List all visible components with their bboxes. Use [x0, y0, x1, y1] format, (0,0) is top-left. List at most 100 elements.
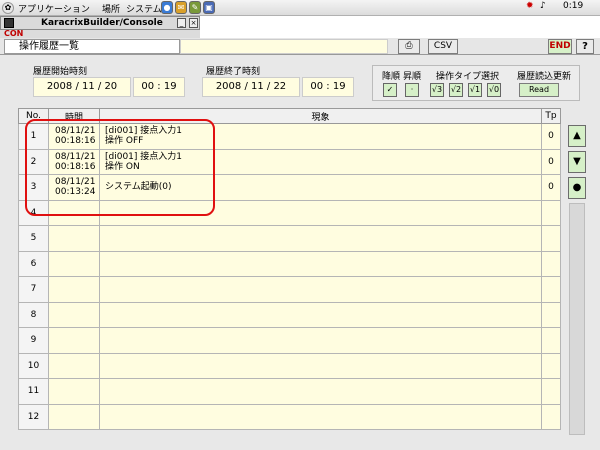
row-time: 08/11/21 00:13:24 [48, 174, 100, 201]
minimize-button[interactable]: _ [177, 18, 186, 28]
scroll-center-button[interactable]: ● [568, 177, 586, 199]
row-no: 6 [18, 250, 49, 277]
page-title: 操作履歴一覧 [4, 39, 180, 54]
row-no: 5 [18, 225, 49, 252]
row-event: [di001] 接点入力1 操作 ON [99, 148, 542, 175]
row-time [48, 403, 100, 430]
csv-button[interactable]: CSV [428, 39, 458, 54]
menu-system[interactable]: システム [126, 2, 162, 15]
asc-label: 昇順 [403, 72, 422, 82]
start-date-field[interactable]: 2008 / 11 / 20 [33, 77, 131, 97]
con-label: CON [4, 30, 24, 38]
foot-icon[interactable]: ✿ [2, 2, 14, 14]
row-tp [541, 225, 561, 252]
menu-places[interactable]: 場所 [102, 2, 120, 15]
end-button[interactable]: END [548, 39, 572, 54]
options-group: 降順 昇順 ✓ · 操作タイプ選択 √3 √2 √1 √0 履歴読込更新 Rea… [372, 65, 580, 101]
row-event [99, 327, 542, 354]
close-icon[interactable]: × [189, 18, 198, 28]
row-event: システム起動(0) [99, 174, 542, 201]
row-tp [541, 352, 561, 379]
row-event [99, 225, 542, 252]
table-row[interactable]: 7 [18, 276, 561, 303]
end-date-field[interactable]: 2008 / 11 / 22 [202, 77, 300, 97]
read-button[interactable]: Read [519, 83, 559, 97]
asc-checkbox[interactable]: · [405, 83, 419, 97]
row-no: 8 [18, 301, 49, 328]
row-time [48, 301, 100, 328]
row-event [99, 199, 542, 226]
type-checkbox-2[interactable]: √2 [449, 83, 463, 97]
row-time [48, 276, 100, 303]
app-icon [4, 18, 14, 28]
row-event [99, 352, 542, 379]
type-checkbox-1[interactable]: √1 [468, 83, 482, 97]
row-no: 7 [18, 276, 49, 303]
header-tp[interactable]: Tp [541, 108, 561, 124]
row-no: 1 [18, 123, 49, 150]
table-row[interactable]: 1 08/11/21 00:18:16 [di001] 接点入力1 操作 OFF 0 [18, 123, 561, 150]
table-row[interactable]: 4 [18, 199, 561, 226]
row-tp [541, 301, 561, 328]
desc-checkbox[interactable]: ✓ [383, 83, 397, 97]
window-title: KaracrixBuilder/Console [41, 18, 163, 28]
print-button[interactable]: ⎙ [398, 39, 420, 54]
table-row[interactable]: 11 [18, 378, 561, 405]
window-titlebar[interactable]: KaracrixBuilder/Console _ × [0, 16, 200, 30]
row-time: 08/11/21 00:18:16 [48, 148, 100, 175]
row-tp [541, 327, 561, 354]
scroll-up-button[interactable]: ▲ [568, 125, 586, 147]
type-checkbox-0[interactable]: √0 [487, 83, 501, 97]
type-checkbox-3[interactable]: √3 [430, 83, 444, 97]
table-row[interactable]: 5 [18, 225, 561, 252]
row-time [48, 378, 100, 405]
start-time-field[interactable]: 00 : 19 [133, 77, 185, 97]
row-event: [di001] 接点入力1 操作 OFF [99, 123, 542, 150]
browser-launcher-icon[interactable]: ● [161, 1, 173, 14]
row-tp [541, 403, 561, 430]
table-row[interactable]: 2 08/11/21 00:18:16 [di001] 接点入力1 操作 ON 0 [18, 148, 561, 175]
system-panel: ✿ アプリケーション 場所 システム ● ✉ ✎ ▣ ✹ ♪ 0:19 [0, 0, 600, 16]
row-tp [541, 378, 561, 405]
end-time-field[interactable]: 00 : 19 [302, 77, 354, 97]
row-event [99, 301, 542, 328]
end-time-label: 履歴終了時刻 [206, 67, 261, 77]
update-notifier-icon[interactable]: ✹ [526, 1, 534, 11]
row-event [99, 403, 542, 430]
table-row[interactable]: 3 08/11/21 00:13:24 システム起動(0) 0 [18, 174, 561, 201]
table-row[interactable]: 10 [18, 352, 561, 379]
clock[interactable]: 0:19 [563, 1, 583, 11]
row-tp: 0 [541, 174, 561, 201]
header-no[interactable]: No. [18, 108, 49, 124]
table-row[interactable]: 8 [18, 301, 561, 328]
header-time[interactable]: 時間 [48, 108, 100, 124]
row-time [48, 225, 100, 252]
table-row[interactable]: 12 [18, 403, 561, 430]
row-no: 4 [18, 199, 49, 226]
help-button[interactable]: ? [576, 39, 594, 54]
scroll-track[interactable] [569, 203, 585, 435]
volume-icon[interactable]: ♪ [540, 1, 546, 11]
scroll-down-button[interactable]: ▼ [568, 151, 586, 173]
table-row[interactable]: 9 [18, 327, 561, 354]
editor-launcher-icon[interactable]: ✎ [189, 1, 201, 14]
menu-applications[interactable]: アプリケーション [18, 2, 90, 15]
mail-launcher-icon[interactable]: ✉ [175, 1, 187, 14]
header-event[interactable]: 現象 [99, 108, 542, 124]
row-time [48, 327, 100, 354]
printer-icon: ⎙ [405, 41, 413, 51]
row-tp [541, 276, 561, 303]
row-tp [541, 250, 561, 277]
table-row[interactable]: 6 [18, 250, 561, 277]
row-no: 10 [18, 352, 49, 379]
row-event [99, 276, 542, 303]
row-time: 08/11/21 00:18:16 [48, 123, 100, 150]
row-event [99, 250, 542, 277]
terminal-launcher-icon[interactable]: ▣ [203, 1, 215, 14]
desc-label: 降順 [382, 72, 401, 82]
start-time-label: 履歴開始時刻 [33, 67, 88, 77]
row-time [48, 250, 100, 277]
row-no: 9 [18, 327, 49, 354]
history-table: No. 時間 現象 Tp 1 08/11/21 00:18:16 [di001] 接… [18, 108, 561, 430]
row-no: 2 [18, 148, 49, 175]
